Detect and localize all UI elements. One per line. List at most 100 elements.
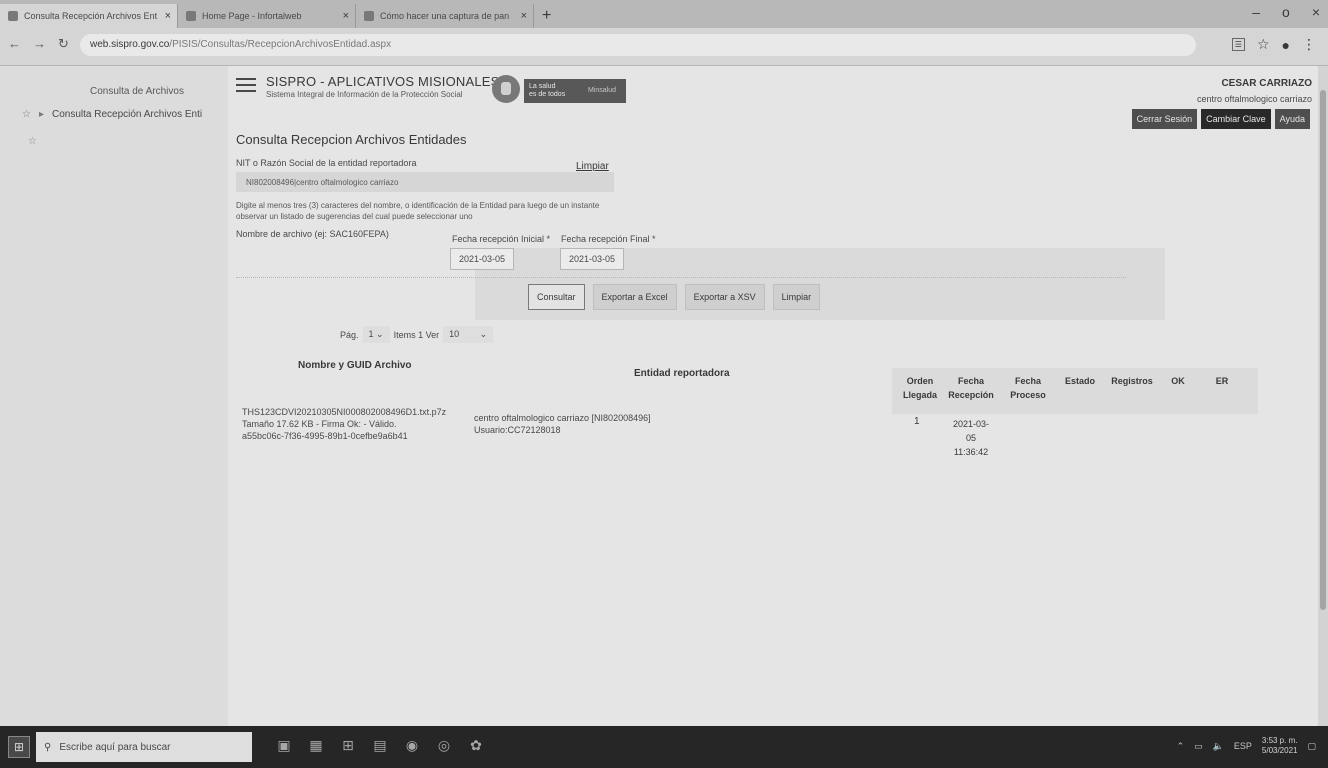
- close-tab-icon[interactable]: ×: [343, 10, 349, 22]
- address-bar: ← → ↻ web.sispro.gov.co/PISIS/Consultas/…: [0, 28, 1328, 66]
- user-entity: centro oftalmologico carriazo: [1196, 94, 1312, 104]
- nav-buttons: ← → ↻: [8, 36, 69, 52]
- header-reception-date: Fecha Recepción: [948, 376, 994, 400]
- per-page-select[interactable]: 10 ⌄: [443, 326, 494, 343]
- header-er: ER: [1215, 376, 1229, 386]
- file-name-label: Nombre de archivo (ej: SAC160FEPA): [236, 229, 389, 239]
- language-indicator[interactable]: ESP: [1234, 741, 1252, 751]
- sidebar-item-consulta-recepcion[interactable]: ☆ ▸ Consulta Recepción Archivos Enti: [22, 109, 202, 120]
- browser-tab-captura[interactable]: Cómo hacer una captura de pan ×: [356, 4, 534, 28]
- help-button[interactable]: Ayuda: [1274, 109, 1310, 129]
- browser-tab-home[interactable]: Home Page - Infortalweb ×: [178, 4, 356, 28]
- file-size: Tamaño 17.62 KB - Firma Ok: - Válido.: [242, 419, 397, 429]
- close-tab-icon[interactable]: ×: [521, 10, 527, 22]
- hamburger-menu-icon[interactable]: [236, 78, 256, 94]
- new-tab-button[interactable]: +: [542, 7, 551, 25]
- browser-tab-consulta[interactable]: Consulta Recepción Archivos Ent ×: [0, 4, 178, 28]
- export-xsv-button[interactable]: Exportar a XSV: [684, 284, 765, 310]
- url-path: /PISIS/Consultas/RecepcionArchivosEntida…: [169, 39, 392, 50]
- favicon-icon: [8, 11, 18, 21]
- sidebar-item-label: Consulta Recepción Archivos Enti: [52, 109, 203, 120]
- search-button[interactable]: Consultar: [528, 284, 585, 310]
- arrival-order-cell: 1: [914, 416, 920, 427]
- entity-name: centro oftalmologico carriazo [NI8020084…: [474, 413, 651, 423]
- export-excel-button[interactable]: Exportar a Excel: [592, 284, 677, 310]
- maximize-icon[interactable]: o: [1282, 4, 1290, 20]
- file-explorer-icon[interactable]: ▤: [370, 734, 390, 756]
- tab-title: Consulta Recepción Archivos Ent: [24, 11, 158, 21]
- menu-dots-icon[interactable]: ⋮: [1302, 36, 1316, 53]
- clear-button[interactable]: Limpiar: [772, 284, 821, 310]
- page-scrollbar[interactable]: [1318, 66, 1328, 726]
- entity-cell: centro oftalmologico carriazo [NI8020084…: [474, 412, 651, 436]
- header-ok: OK: [1171, 376, 1185, 386]
- user-info: CESAR CARRIAZO centro oftalmologico carr…: [1197, 78, 1312, 104]
- window-controls: – o ×: [1252, 4, 1320, 20]
- task-view-icon[interactable]: ▣: [274, 734, 294, 756]
- app-icon[interactable]: ✿: [466, 734, 486, 756]
- forward-icon[interactable]: →: [33, 36, 46, 52]
- clock-date: 5/03/2021: [1261, 746, 1298, 755]
- browser-tab-bar: Consulta Recepción Archivos Ent × Home P…: [0, 0, 1328, 28]
- bookmark-star-icon[interactable]: ☆: [1257, 36, 1270, 53]
- brand: SISPRO - APLICATIVOS MISIONALES Sistema …: [266, 74, 500, 99]
- start-date-field[interactable]: [450, 248, 514, 270]
- minimize-icon[interactable]: –: [1252, 4, 1260, 20]
- header-arrival-order: Orden Llegada: [902, 376, 937, 400]
- entity-help-text: Digite al menos tres (3) caracteres del …: [236, 201, 600, 221]
- profile-icon[interactable]: ●: [1282, 37, 1290, 53]
- back-icon[interactable]: ←: [8, 36, 21, 52]
- page-select[interactable]: 1 ⌄: [362, 326, 390, 343]
- end-date-field[interactable]: [560, 248, 624, 270]
- tab-title: Home Page - Infortalweb: [202, 11, 302, 21]
- system-tray: ⌃ ▭ 🔈 ESP 3:53 p. m. 5/03/2021 ▢: [1177, 736, 1316, 756]
- tray-chevron-icon[interactable]: ⌃: [1177, 741, 1185, 752]
- sidebar: Consulta de Archivos ☆ ▸ Consulta Recepc…: [0, 66, 228, 726]
- reception-date-cell: 2021-03- 05 11:36:42: [952, 417, 990, 459]
- favicon-icon: [364, 11, 374, 21]
- clock[interactable]: 3:53 p. m. 5/03/2021: [1262, 736, 1298, 756]
- chevron-down-icon: ⌄: [479, 329, 488, 339]
- network-app-icon[interactable]: ⊞: [338, 734, 358, 756]
- user-name: CESAR CARRIAZO: [1221, 78, 1312, 89]
- taskbar-apps: ▣ ▦ ⊞ ▤ ◉ ◎ ✿: [274, 734, 486, 756]
- main-content: SISPRO - APLICATIVOS MISIONALES Sistema …: [228, 66, 1318, 726]
- scrollbar-thumb[interactable]: [1320, 90, 1326, 610]
- file-name-cell: THS123CDVI20210305NI000802008496D1.txt.p…: [242, 406, 446, 442]
- reception-date-part-1: 2021-03-: [952, 419, 990, 429]
- search-icon: ⚲: [44, 741, 52, 753]
- volume-icon[interactable]: 🔈: [1213, 741, 1224, 752]
- chevron-down-icon: ⌄: [376, 329, 384, 339]
- header-file-name: Nombre y GUID Archivo: [298, 360, 412, 371]
- logout-button[interactable]: Cerrar Sesión: [1131, 109, 1198, 129]
- end-date-label: Fecha recepción Final *: [561, 234, 656, 244]
- extension-icon[interactable]: ☰: [1231, 38, 1245, 51]
- notifications-icon[interactable]: ▢: [1307, 741, 1316, 752]
- network-icon[interactable]: ▭: [1194, 741, 1203, 752]
- close-tab-icon[interactable]: ×: [165, 10, 171, 22]
- header-buttons: Cerrar Sesión Cambiar Clave Ayuda: [1131, 109, 1310, 129]
- sidebar-title[interactable]: Consulta de Archivos: [90, 86, 184, 97]
- arrow-icon: ▸: [38, 109, 44, 120]
- url-field[interactable]: web.sispro.gov.co/PISIS/Consultas/Recepc…: [80, 34, 1196, 56]
- taskbar-search-placeholder: Escribe aquí para buscar: [59, 741, 171, 753]
- favicon-icon: [186, 11, 196, 21]
- banner-right: Minsalud: [588, 87, 617, 94]
- file-name: THS123CDVI20210305NI000802008496D1.txt.p…: [242, 407, 447, 417]
- clear-entity-link[interactable]: Limpiar: [576, 161, 609, 172]
- browser-icon[interactable]: ◉: [402, 734, 422, 756]
- calculator-icon[interactable]: ▦: [306, 734, 326, 756]
- taskbar-search[interactable]: ⚲ Escribe aquí para buscar: [36, 732, 252, 762]
- coat-of-arms-logo-icon: [492, 75, 520, 103]
- chrome-icon[interactable]: ◎: [434, 734, 454, 756]
- star-icon: ☆: [28, 136, 37, 147]
- page-value: 1: [368, 329, 374, 339]
- close-window-icon[interactable]: ×: [1312, 4, 1320, 20]
- change-password-button[interactable]: Cambiar Clave: [1201, 109, 1271, 129]
- app-subtitle: Sistema Integral de Información de la Pr…: [266, 90, 463, 99]
- table-row[interactable]: THS123CDVI20210305NI000802008496D1.txt.p…: [242, 406, 1242, 466]
- reload-icon[interactable]: ↻: [58, 36, 69, 52]
- divider: [236, 277, 1126, 278]
- windows-start-icon[interactable]: ⊞: [8, 736, 30, 758]
- entity-field[interactable]: [236, 172, 614, 192]
